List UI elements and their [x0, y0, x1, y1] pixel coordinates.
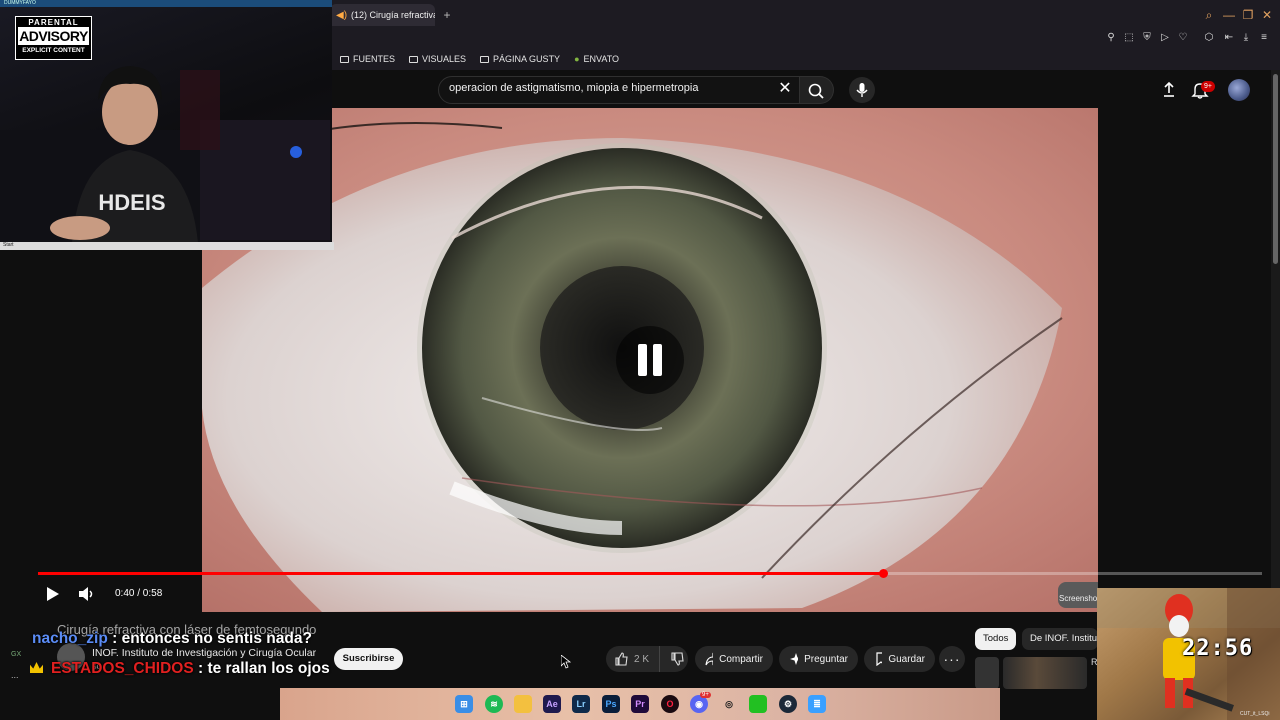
upload-icon [1164, 81, 1174, 97]
recommended-thumbnail[interactable] [1003, 657, 1087, 689]
folder-icon [409, 55, 419, 63]
menu-icon[interactable]: ≡ [1257, 31, 1271, 45]
bookmark-icon [876, 652, 883, 666]
thumbs-up-icon [615, 652, 628, 666]
premiere-icon[interactable]: Pr [631, 695, 649, 713]
spotify-icon[interactable]: ≋ [485, 695, 503, 713]
windows-icon[interactable]: ⊞ [455, 695, 473, 713]
search-icon [808, 83, 824, 99]
clear-search-icon[interactable]: ✕ [776, 80, 794, 98]
heart-icon[interactable]: ♡ [1176, 31, 1190, 45]
chip-todos[interactable]: Todos [975, 628, 1017, 650]
play-icon [47, 587, 59, 601]
minimize-icon[interactable]: — [1220, 6, 1238, 24]
chat-text: : entonces no sentis nada? [107, 630, 312, 647]
sparkle-icon [790, 653, 799, 665]
sidebar-icon[interactable]: ⇤ [1222, 31, 1236, 45]
chat-more-dots: ... [11, 670, 19, 680]
game-small-text: CUT_it_LSQi [1240, 711, 1270, 717]
search-tabs-icon[interactable]: ⌕ [1200, 6, 1218, 24]
speaker-icon[interactable]: ◀) [336, 10, 347, 21]
extensions-icon[interactable]: ⬡ [1202, 31, 1216, 45]
webcam-bottom-text: Start [3, 242, 14, 248]
discord-badge: 9+ [700, 692, 711, 698]
screenshot-button[interactable]: Screensho [1058, 582, 1098, 608]
thumbs-down-icon [671, 652, 684, 666]
after-effects-icon[interactable]: Ae [543, 695, 561, 713]
lightroom-icon[interactable]: Lr [572, 695, 590, 713]
account-avatar[interactable] [1228, 79, 1250, 101]
folder-icon [340, 55, 349, 63]
like-count: 2 K [634, 653, 650, 665]
like-button[interactable]: 2 K [606, 646, 660, 672]
chat-username: ESTADOS_CHIDOS [51, 660, 194, 677]
channel-name[interactable]: INOF. Instituto de Investigación y Cirug… [92, 647, 316, 659]
new-tab-button[interactable]: + [440, 8, 454, 22]
bookmark-pagina-gusty[interactable]: PÁGINA GUSTY [480, 54, 560, 64]
steam-icon[interactable]: ⚙ [779, 695, 797, 713]
play-button[interactable] [42, 584, 62, 604]
mouse-cursor-icon [561, 655, 571, 669]
dislike-button[interactable] [666, 646, 688, 672]
crown-icon [30, 662, 43, 673]
shield-icon[interactable]: ⛨ [1140, 31, 1154, 45]
share-button[interactable]: Compartir [695, 646, 773, 672]
gx-label: GX [11, 651, 22, 658]
close-window-icon[interactable]: ✕ [1258, 6, 1276, 24]
volume-button[interactable] [76, 584, 96, 604]
game-clock: 22:56 [1182, 636, 1254, 661]
chat-message: ESTADOS_CHIDOS : te rallan los ojos [51, 660, 330, 678]
volume-icon [79, 587, 93, 601]
green-app-icon[interactable] [749, 695, 767, 713]
browser-tab-bar [330, 0, 1280, 30]
webcam-bottom-strip [0, 242, 334, 250]
ask-button[interactable]: Preguntar [779, 646, 858, 672]
tab-title: (12) Cirugía refractiva [351, 10, 435, 20]
play-extension-icon[interactable]: ▷ [1158, 31, 1172, 45]
opera-gx-icon[interactable]: O [661, 695, 679, 713]
chat-message: nacho_zip : entonces no sentis nada? [32, 630, 312, 648]
maximize-icon[interactable]: ❐ [1239, 6, 1257, 24]
folder-icon [480, 55, 490, 63]
parental-advisory-logo: PARENTAL ADVISORY EXPLICIT CONTENT [15, 16, 92, 60]
voice-search-button[interactable] [849, 77, 875, 103]
notepad-icon[interactable]: ≣ [808, 695, 826, 713]
chat-username: nacho_zip [32, 630, 108, 647]
bookmark-visuales[interactable]: VISUALES [409, 54, 466, 64]
bookmark-fuentes[interactable]: FUENTES [340, 54, 395, 64]
shirt-text: HDEIS [98, 190, 165, 215]
progress-scrubber-handle[interactable] [878, 569, 888, 578]
pause-overlay-button[interactable] [616, 326, 684, 394]
search-button[interactable] [800, 76, 834, 104]
search-input[interactable]: operacion de astigmatismo, miopia e hipe… [449, 82, 698, 94]
file-explorer-icon[interactable] [514, 695, 532, 713]
tab-active[interactable]: ◀) (12) Cirugía refractiva [330, 4, 435, 26]
microphone-icon [856, 83, 868, 97]
webcam-strip-text: DUMMYFAYO [4, 0, 36, 6]
chip-de-inof[interactable]: De INOF. Institut [1022, 628, 1098, 650]
more-actions-button[interactable]: ··· [939, 646, 965, 672]
bookmarks-bar: FUENTES VISUALES PÁGINA GUSTY ● ENVATO [330, 48, 1280, 70]
toolbar-row [330, 30, 1280, 48]
time-display: 0:40 / 0:58 [115, 588, 163, 599]
obs-icon[interactable]: ◎ [720, 695, 738, 713]
progress-bar-fill [38, 572, 883, 575]
snapshot-icon[interactable]: ⬚ [1122, 31, 1136, 45]
subscribe-button[interactable]: Suscribirse [334, 648, 403, 670]
save-button[interactable]: Guardar [864, 646, 935, 672]
download-icon[interactable]: ⤓ [1239, 31, 1253, 45]
recommended-thumbnail[interactable] [975, 657, 999, 689]
pause-icon [638, 344, 662, 376]
like-dislike-group: 2 K [606, 646, 688, 672]
envato-leaf-icon: ● [574, 54, 580, 64]
photoshop-icon[interactable]: Ps [602, 695, 620, 713]
webcam-title-strip [0, 0, 332, 7]
scrollbar-thumb[interactable] [1273, 74, 1278, 264]
pin-icon[interactable]: ⚲ [1104, 31, 1118, 45]
create-upload-button[interactable] [1160, 80, 1178, 98]
chat-text: : te rallan los ojos [193, 660, 330, 677]
share-icon [705, 652, 714, 666]
bookmark-envato[interactable]: ● ENVATO [574, 54, 619, 64]
notification-badge: 9+ [1201, 81, 1215, 92]
